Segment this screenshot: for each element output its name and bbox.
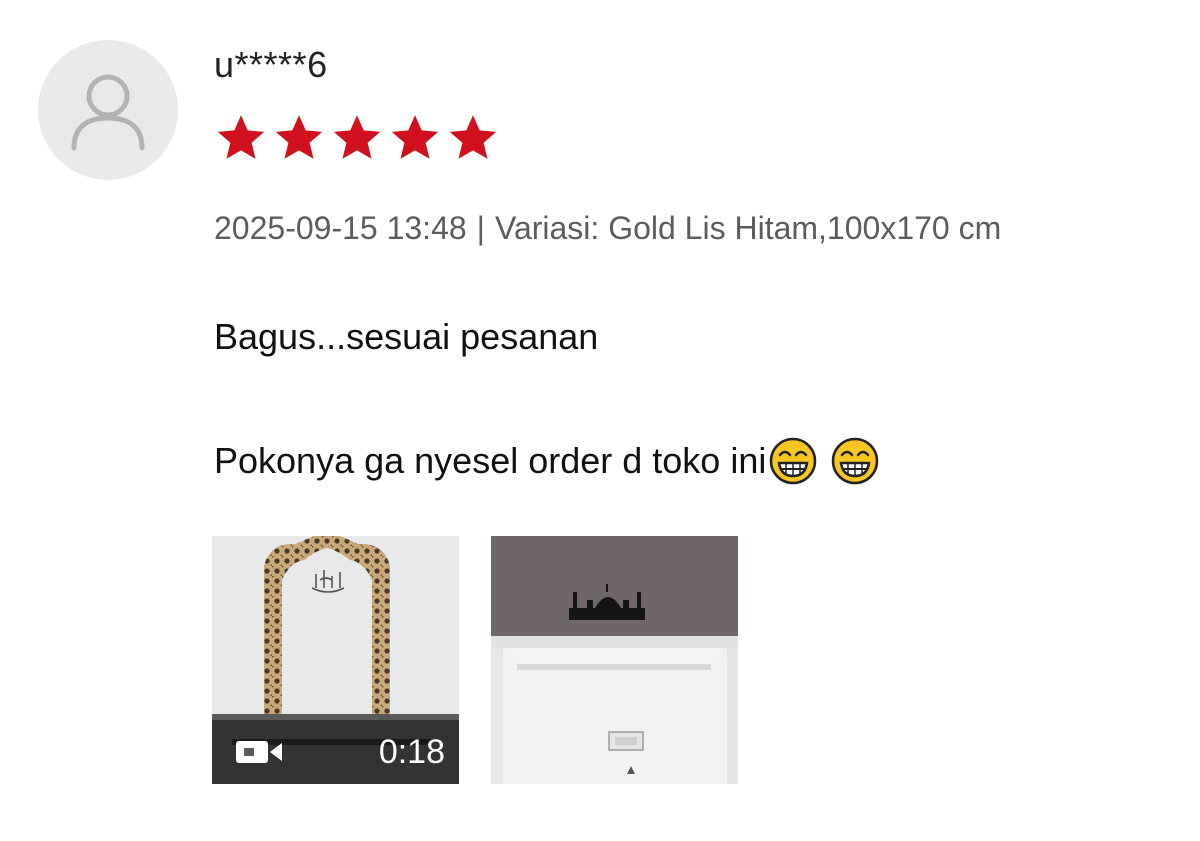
star-icon bbox=[217, 115, 265, 159]
review-date: 2025-09-15 13:48 bbox=[214, 210, 467, 246]
review-video-thumbnail[interactable]: 0:18 bbox=[212, 536, 459, 784]
user-icon bbox=[71, 74, 145, 151]
grinning-face-emoji-icon bbox=[770, 437, 817, 485]
meta-separator: | bbox=[476, 210, 485, 246]
avatar[interactable] bbox=[38, 40, 178, 180]
review-text-line-1: Bagus...sesuai pesanan bbox=[214, 316, 599, 357]
star-icon bbox=[449, 115, 497, 159]
video-camera-icon bbox=[236, 741, 282, 763]
video-duration: 0:18 bbox=[378, 732, 445, 771]
star-icon bbox=[333, 115, 381, 159]
review-text-line-2: Pokonya ga nyesel order d toko ini bbox=[214, 436, 880, 486]
review-meta: 2025-09-15 13:48 | Variasi: Gold Lis Hitam… bbox=[214, 210, 1001, 247]
review-photo-image bbox=[491, 536, 738, 784]
star-icon bbox=[275, 115, 323, 159]
review-photo-thumbnail[interactable] bbox=[491, 536, 738, 784]
star-icon bbox=[391, 115, 439, 159]
review-variation: Variasi: Gold Lis Hitam,100x170 cm bbox=[494, 210, 1002, 246]
grinning-face-emoji-icon bbox=[832, 437, 879, 485]
video-info-bar: 0:18 bbox=[212, 720, 459, 784]
review-text: Pokonya ga nyesel order d toko ini bbox=[214, 440, 767, 481]
star-rating bbox=[214, 112, 500, 164]
reviewer-username: u*****6 bbox=[214, 44, 328, 85]
